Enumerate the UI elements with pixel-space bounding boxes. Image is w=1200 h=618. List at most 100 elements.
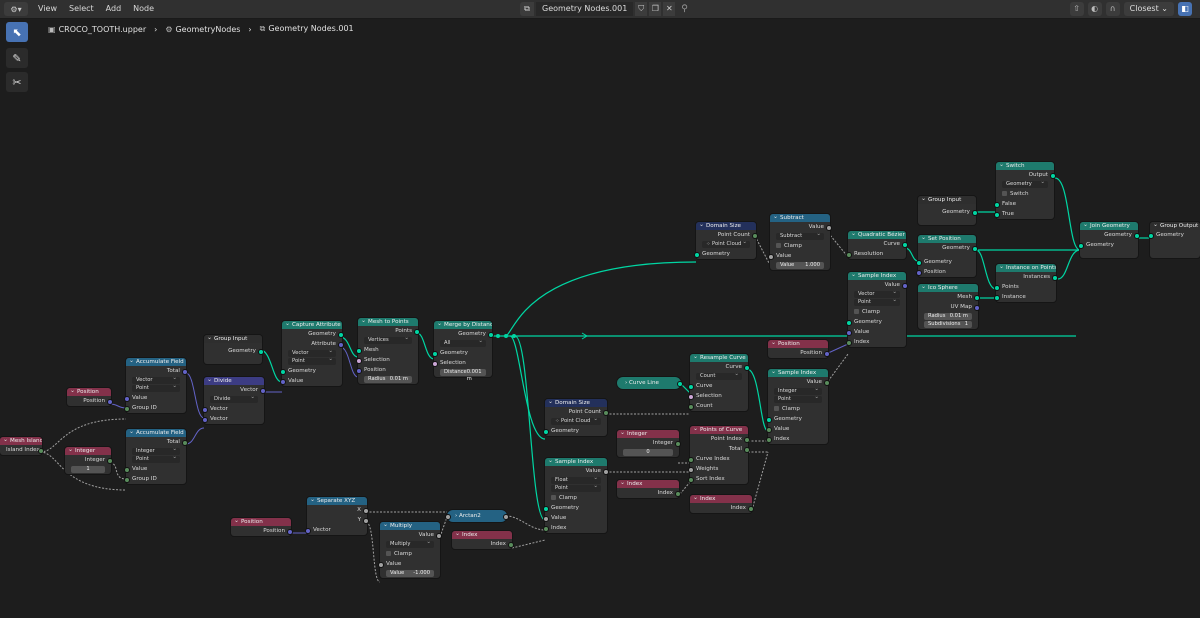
socket[interactable] <box>688 404 694 410</box>
node-group-input[interactable]: Group Input Geometry <box>204 335 264 364</box>
node-header[interactable]: Mesh to Points <box>358 318 418 326</box>
node-ico-sphere[interactable]: Ico Sphere Mesh UV Map Radius0.01 m Subd… <box>918 284 980 329</box>
socket[interactable] <box>766 437 772 443</box>
checkbox[interactable] <box>774 406 779 411</box>
reroute-point[interactable] <box>512 334 516 338</box>
socket[interactable] <box>768 254 774 260</box>
node-header[interactable]: Domain Size <box>696 222 756 230</box>
socket[interactable] <box>603 410 609 416</box>
socket[interactable] <box>280 379 286 385</box>
component-dropdown[interactable]: ⁘ Point Cloud <box>551 416 601 425</box>
socket[interactable] <box>694 252 700 258</box>
socket[interactable] <box>675 491 681 497</box>
checkbox[interactable] <box>551 495 556 500</box>
node-instance-on-points[interactable]: Instance on Points Instances Points Inst… <box>994 264 1058 302</box>
menu-view[interactable]: View <box>32 0 63 18</box>
component-dropdown[interactable]: ⁘ Point Cloud <box>702 239 750 248</box>
socket[interactable] <box>124 477 130 483</box>
checkbox[interactable] <box>854 309 859 314</box>
socket[interactable] <box>974 295 980 301</box>
socket[interactable] <box>182 369 188 375</box>
operation-dropdown[interactable]: Subtract <box>776 231 824 240</box>
socket[interactable] <box>280 369 286 375</box>
clamp-checkbox[interactable]: Clamp <box>380 549 440 559</box>
socket[interactable] <box>994 285 1000 291</box>
menu-add[interactable]: Add <box>100 0 128 18</box>
socket[interactable] <box>846 340 852 346</box>
clamp-checkbox[interactable]: Clamp <box>545 493 607 503</box>
socket[interactable] <box>107 399 113 405</box>
socket[interactable] <box>258 349 264 355</box>
socket[interactable] <box>1052 275 1058 281</box>
node-header[interactable]: Group Output <box>1150 222 1200 230</box>
socket[interactable] <box>972 246 978 252</box>
socket[interactable] <box>38 448 44 454</box>
socket[interactable] <box>363 518 369 524</box>
node-sample-index[interactable]: Sample Index Value Float Point Clamp Geo… <box>543 458 609 533</box>
node-sample-index[interactable]: Sample Index Value Vector Point Clamp Ge… <box>846 272 908 347</box>
node-header[interactable]: Switch <box>996 162 1054 170</box>
socket[interactable] <box>503 514 509 520</box>
node-header[interactable]: Group Input <box>204 335 262 343</box>
node-header[interactable]: Integer <box>65 447 111 455</box>
socket[interactable] <box>543 526 549 532</box>
socket[interactable] <box>202 407 208 413</box>
node-group-output[interactable]: Group Output Geometry <box>1148 222 1200 258</box>
node-header[interactable]: Sample Index <box>848 272 906 280</box>
domain-dropdown[interactable]: Point <box>854 297 900 306</box>
socket[interactable] <box>124 406 130 412</box>
mode-dropdown[interactable]: All <box>440 338 486 347</box>
node-index[interactable]: Index Index <box>690 495 754 513</box>
node-position[interactable]: Position Position <box>67 388 113 406</box>
socket[interactable] <box>744 365 750 371</box>
node-merge-by-distance[interactable]: Merge by Distance Geometry All Geometry … <box>432 321 494 382</box>
node-header[interactable]: Index <box>690 495 752 503</box>
socket[interactable] <box>688 467 694 473</box>
node-divide[interactable]: Divide Vector Divide Vector Vector <box>202 377 266 424</box>
duplicate-button[interactable]: ❐ <box>649 2 662 16</box>
socket[interactable] <box>260 388 266 394</box>
radius-field[interactable]: Radius 0.01 m <box>364 376 412 383</box>
node-header[interactable]: Separate XYZ <box>307 497 367 505</box>
socket[interactable] <box>688 457 694 463</box>
socket[interactable] <box>356 358 362 364</box>
domain-dropdown[interactable]: Point <box>132 383 180 392</box>
socket[interactable] <box>508 542 514 548</box>
node-quadratic-bezier[interactable]: Quadratic Bézier Curve Resolution <box>846 231 908 259</box>
socket[interactable] <box>1148 233 1154 239</box>
snap-mode-dropdown[interactable]: Closest ⌄ <box>1123 2 1174 16</box>
node-header[interactable]: Index <box>452 531 512 539</box>
value-field[interactable]: Value 1.000 <box>776 262 824 269</box>
node-integer[interactable]: Integer Integer 1 <box>65 447 113 474</box>
reroute-point[interactable] <box>504 334 508 338</box>
node-header[interactable]: Accumulate Field <box>126 429 186 437</box>
node-header[interactable]: Ico Sphere <box>918 284 978 292</box>
socket[interactable] <box>414 329 420 335</box>
socket[interactable] <box>356 368 362 374</box>
socket[interactable] <box>488 332 494 338</box>
operation-dropdown[interactable]: Multiply <box>386 539 434 548</box>
node-join-geometry[interactable]: Join Geometry Geometry Geometry <box>1078 222 1140 258</box>
checkbox[interactable] <box>386 551 391 556</box>
sidebar-toggle-button[interactable]: ◧ <box>1178 2 1192 16</box>
socket[interactable] <box>287 529 293 535</box>
socket[interactable] <box>378 562 384 568</box>
socket[interactable] <box>902 283 908 289</box>
node-header[interactable]: Sample Index <box>768 369 828 377</box>
node-multiply[interactable]: Multiply Value Multiply Clamp Value Valu… <box>378 522 442 578</box>
value-field[interactable]: Value -1.000 <box>386 570 434 577</box>
socket[interactable] <box>124 396 130 402</box>
node-header[interactable]: Join Geometry <box>1080 222 1138 230</box>
integer-value-field[interactable]: 0 <box>623 449 673 456</box>
node-header[interactable]: Quadratic Bézier <box>848 231 906 239</box>
socket[interactable] <box>202 417 208 423</box>
socket[interactable] <box>846 320 852 326</box>
node-capture-attribute[interactable]: Capture Attribute Geometry Attribute Vec… <box>280 321 344 386</box>
clamp-checkbox[interactable]: Clamp <box>770 241 830 251</box>
mode-dropdown[interactable]: Vertices <box>364 335 412 344</box>
pin-icon[interactable]: ⚲ <box>681 4 688 14</box>
node-header[interactable]: Group Input <box>918 196 976 204</box>
socket[interactable] <box>107 458 113 464</box>
node-domain-size[interactable]: Domain Size Point Count ⁘ Point Cloud Ge… <box>694 222 758 259</box>
domain-dropdown[interactable]: Point <box>551 483 601 492</box>
